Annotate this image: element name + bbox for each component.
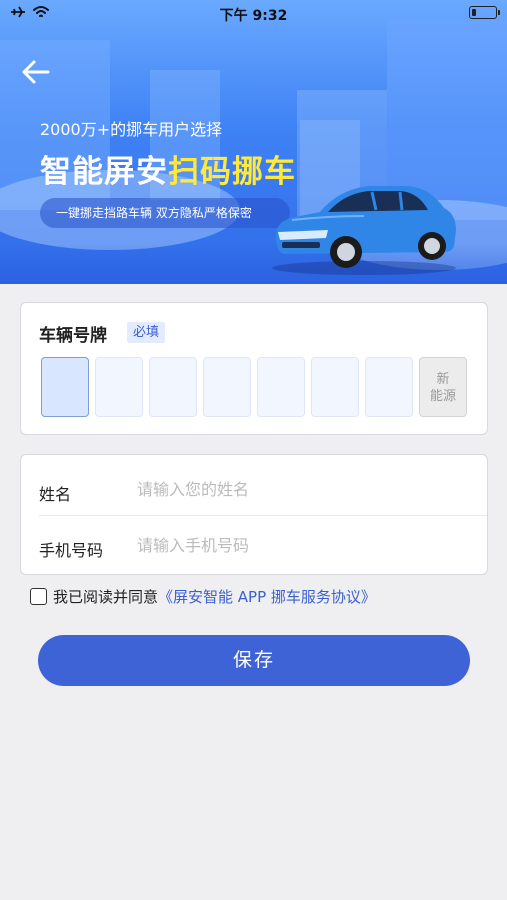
save-button[interactable]: 保存 [38, 635, 470, 686]
plate-title: 车辆号牌 [39, 326, 107, 346]
banner-subtitle: 2000万+的挪车用户选择 [40, 120, 223, 139]
agreement-checkbox[interactable] [30, 588, 47, 605]
name-row: 姓名 [21, 459, 487, 519]
plate-char-box[interactable] [311, 357, 359, 417]
name-label: 姓名 [39, 485, 72, 504]
hero-banner: 2000万+的挪车用户选择 智能屏安扫码挪车 一键挪走挡路车辆 双方隐私严格保密 [0, 0, 507, 284]
battery-icon [469, 6, 500, 19]
back-arrow-icon[interactable] [20, 58, 52, 86]
name-input[interactable] [137, 474, 457, 504]
agreement-link[interactable]: 《屏安智能 APP 挪车服务协议》 [158, 586, 376, 607]
phone-input[interactable] [137, 530, 457, 560]
new-energy-line1: 新 [436, 372, 450, 387]
phone-row: 手机号码 [21, 515, 487, 575]
status-time: 下午 9:32 [219, 8, 288, 24]
new-energy-line2: 能源 [429, 389, 456, 404]
plate-char-box[interactable] [365, 357, 413, 417]
new-energy-box[interactable]: 新 能源 [419, 357, 467, 417]
agreement-row: 我已阅读并同意 《屏安智能 APP 挪车服务协议》 [30, 586, 376, 607]
plate-char-box[interactable] [41, 357, 89, 417]
phone-label: 手机号码 [39, 541, 104, 560]
banner-headline: 智能屏安扫码挪车 [40, 146, 296, 191]
plate-char-box[interactable] [257, 357, 305, 417]
banner-tagline: 一键挪走挡路车辆 双方隐私严格保密 [40, 198, 290, 228]
required-badge: 必填 [127, 322, 166, 343]
plate-char-box[interactable] [95, 357, 143, 417]
plate-card: 车辆号牌 必填 新 能源 [20, 302, 488, 435]
headline-white: 智能屏安 [40, 154, 168, 190]
plate-char-box[interactable] [149, 357, 197, 417]
agreement-text: 我已阅读并同意 [53, 588, 159, 606]
contact-card: 姓名 手机号码 [20, 454, 488, 575]
car-illustration [272, 186, 456, 275]
plate-char-box[interactable] [203, 357, 251, 417]
status-bar: 下午 9:32 [0, 0, 507, 28]
